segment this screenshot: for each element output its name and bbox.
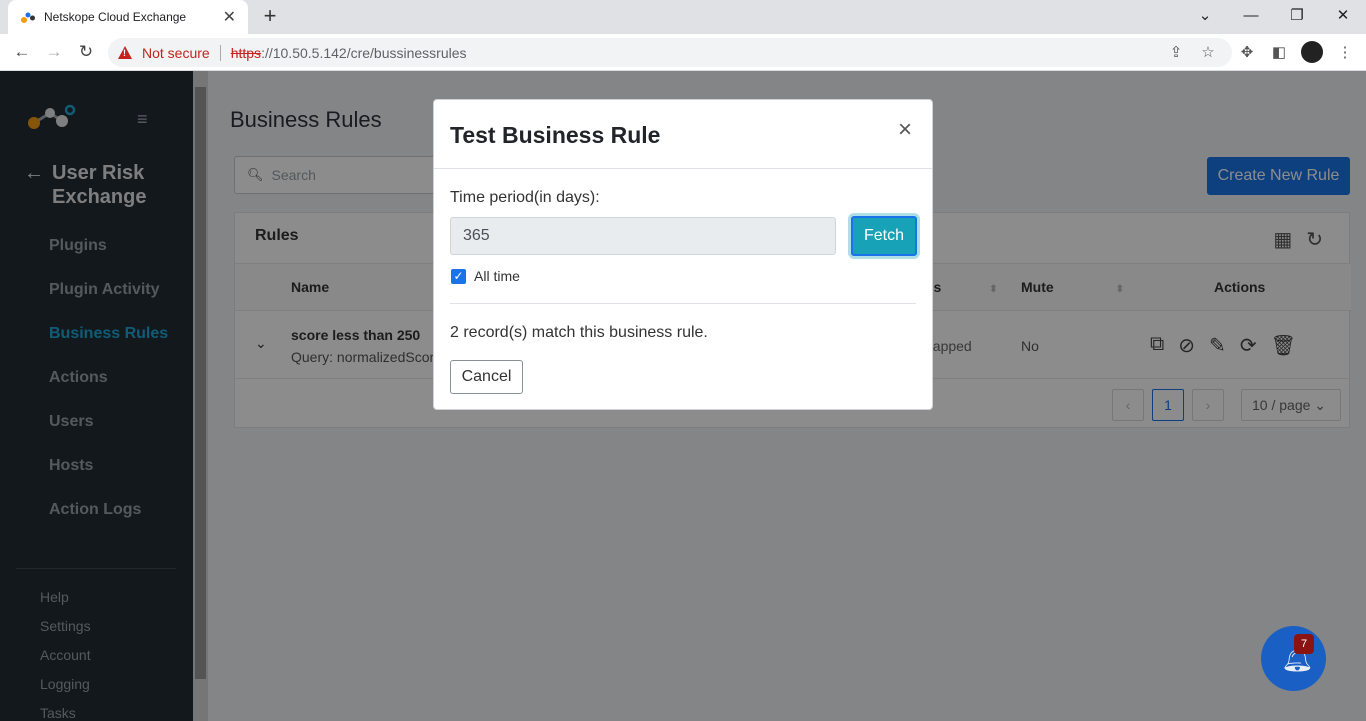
browser-toolbar: ← → ↻ ! Not secure https ://10.50.5.142/…	[0, 34, 1366, 71]
fetch-button[interactable]: Fetch	[851, 216, 917, 256]
modal-title: Test Business Rule	[450, 122, 661, 148]
notification-badge: 7	[1294, 634, 1314, 654]
tab-title: Netskope Cloud Exchange	[44, 10, 187, 24]
back-icon[interactable]: ←	[10, 40, 34, 64]
modal-divider	[450, 303, 916, 304]
close-icon[interactable]: ×	[898, 118, 912, 142]
reload-icon[interactable]: ↻	[74, 40, 98, 64]
notifications-button[interactable]: 🔔︎ 7	[1261, 626, 1326, 691]
test-business-rule-modal: Test Business Rule × Time period(in days…	[433, 99, 933, 410]
netskope-favicon-icon	[21, 12, 35, 23]
modal-divider	[434, 168, 932, 169]
browser-tab[interactable]: Netskope Cloud Exchange ✕	[8, 0, 248, 34]
profile-avatar[interactable]	[1301, 41, 1323, 63]
time-period-input[interactable]	[450, 217, 836, 255]
restore-icon[interactable]: ❐	[1274, 0, 1320, 34]
share-icon[interactable]: ⇪	[1166, 43, 1186, 63]
separator	[219, 44, 221, 61]
side-panel-icon[interactable]: ◧	[1269, 43, 1289, 63]
cancel-button[interactable]: Cancel	[450, 360, 523, 394]
new-tab-icon[interactable]: +	[258, 3, 282, 29]
tab-search-icon[interactable]: ⌄	[1182, 0, 1228, 34]
address-bar[interactable]: ! Not secure https ://10.50.5.142/cre/bu…	[108, 38, 1232, 67]
browser-menu-icon[interactable]: ⋮	[1335, 43, 1355, 63]
warning-icon: !	[118, 46, 132, 59]
all-time-checkbox[interactable]: ✓	[451, 269, 466, 284]
browser-tabbar: Netskope Cloud Exchange ✕ + ⌄ — ❐ ✕	[0, 0, 1366, 34]
bookmark-star-icon[interactable]: ☆	[1198, 43, 1218, 63]
all-time-label[interactable]: All time	[474, 268, 520, 284]
tab-close-icon[interactable]: ✕	[223, 7, 236, 27]
url-path: ://10.50.5.142/cre/bussinessrules	[261, 44, 467, 61]
match-result-text: 2 record(s) match this business rule.	[450, 324, 708, 341]
url-scheme: https	[230, 44, 262, 61]
not-secure-label[interactable]: Not secure	[142, 45, 210, 61]
extensions-icon[interactable]: ✥	[1237, 43, 1257, 63]
time-period-label: Time period(in days):	[450, 189, 600, 206]
close-window-icon[interactable]: ✕	[1320, 0, 1366, 34]
minimize-icon[interactable]: —	[1228, 0, 1274, 34]
forward-icon[interactable]: →	[42, 40, 66, 64]
